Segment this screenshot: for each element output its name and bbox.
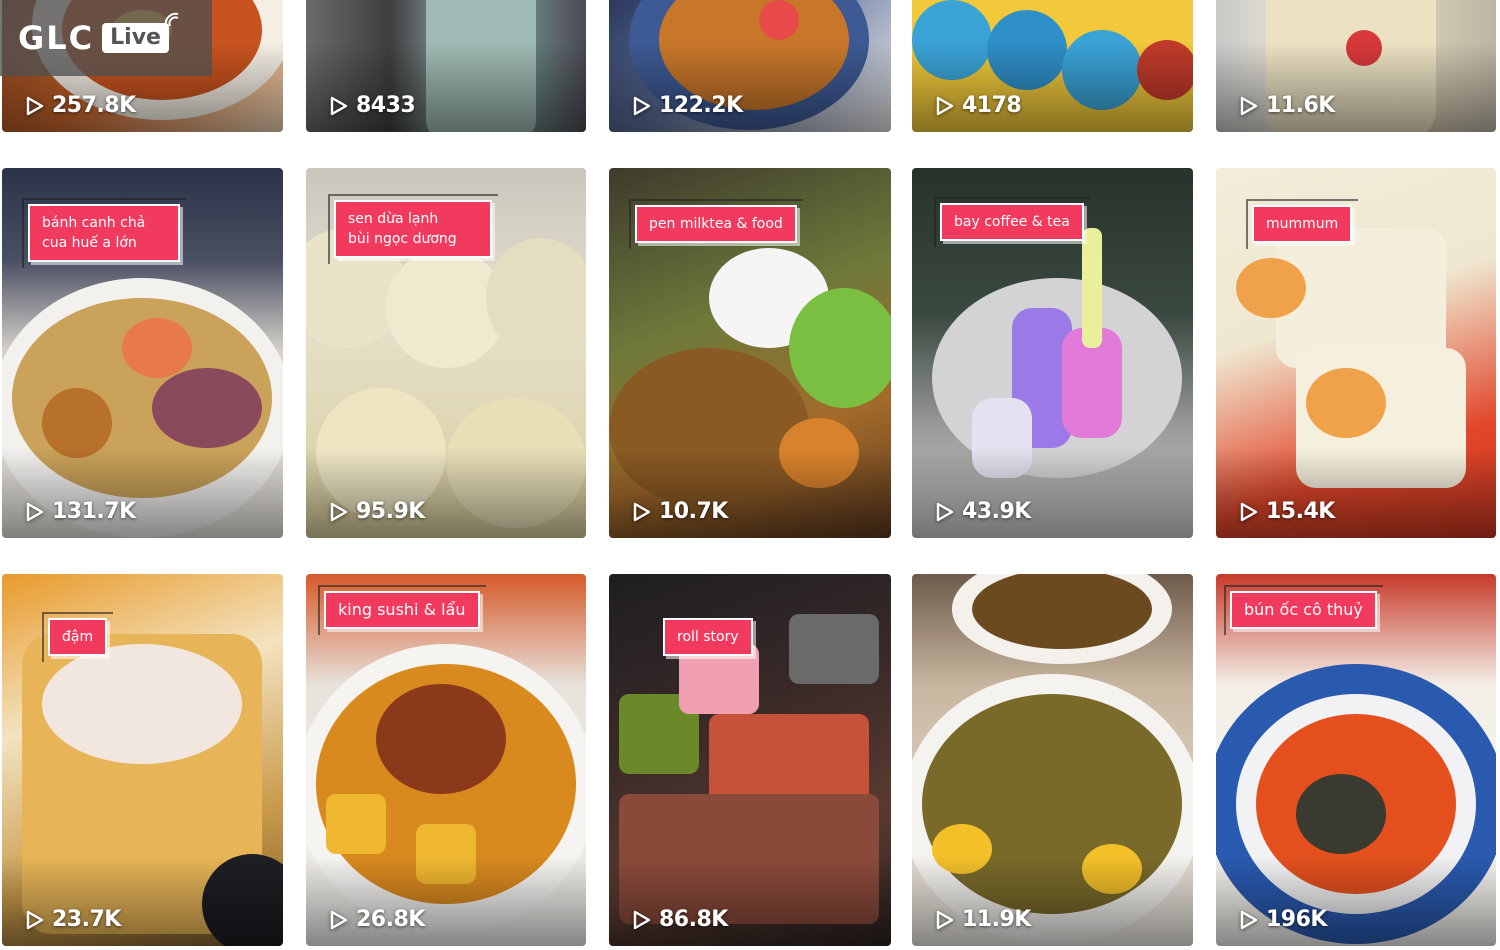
video-tag: bánh canh chả cua huế a lớn	[22, 198, 186, 268]
play-icon	[1240, 502, 1258, 521]
live-badge: Live	[102, 12, 179, 53]
view-count: 95.9K	[330, 499, 425, 524]
video-tile[interactable]: pen milktea & food 10.7K	[609, 168, 891, 538]
view-count-value: 4178	[962, 93, 1022, 118]
play-icon	[26, 96, 44, 115]
view-count: 8433	[330, 93, 416, 118]
play-icon	[936, 96, 954, 115]
view-count: 86.8K	[633, 907, 728, 932]
video-tile[interactable]: 11.9K	[912, 574, 1193, 946]
play-icon	[1240, 96, 1258, 115]
play-icon	[330, 502, 348, 521]
video-tile[interactable]: sen dừa lạnh bùi ngọc dương 95.9K	[306, 168, 586, 538]
view-count: 11.9K	[936, 907, 1031, 932]
view-count: 43.9K	[936, 499, 1031, 524]
play-icon	[26, 910, 44, 929]
view-count-value: 43.9K	[962, 499, 1031, 524]
video-tag: pen milktea & food	[629, 199, 803, 249]
view-count: 15.4K	[1240, 499, 1335, 524]
view-count: 11.6K	[1240, 93, 1335, 118]
view-count-value: 122.2K	[659, 93, 743, 118]
play-icon	[936, 910, 954, 929]
video-tag: đậm	[41, 612, 114, 662]
video-tag: bún ốc cô thuỷ	[1224, 585, 1383, 635]
logo-watermark: GLC Live	[0, 0, 212, 76]
logo-brand: GLC	[18, 19, 95, 57]
play-icon	[1240, 910, 1258, 929]
view-count-value: 26.8K	[356, 907, 425, 932]
view-count-value: 196K	[1266, 907, 1327, 932]
view-count: 23.7K	[26, 907, 121, 932]
video-tag: roll story	[657, 612, 759, 662]
view-count: 131.7K	[26, 499, 136, 524]
view-count: 257.8K	[26, 93, 136, 118]
live-signal-icon	[164, 12, 179, 27]
play-icon	[633, 502, 651, 521]
video-grid: 257.8K 8433 122.2K 4178 11.6K bánh canh …	[0, 0, 1500, 950]
view-count-value: 131.7K	[52, 499, 136, 524]
view-count: 4178	[936, 93, 1022, 118]
view-count-value: 23.7K	[52, 907, 121, 932]
view-count: 122.2K	[633, 93, 743, 118]
play-icon	[26, 502, 44, 521]
view-count: 26.8K	[330, 907, 425, 932]
live-badge-label: Live	[110, 25, 161, 50]
play-icon	[330, 96, 348, 115]
view-count-value: 257.8K	[52, 93, 136, 118]
video-tile[interactable]: 8433	[306, 0, 586, 132]
video-tile[interactable]: đậm 23.7K	[2, 574, 283, 946]
video-tag: mummum	[1245, 199, 1359, 249]
video-tile[interactable]: 4178	[912, 0, 1193, 132]
play-icon	[633, 910, 651, 929]
video-tile[interactable]: bay coffee & tea 43.9K	[912, 168, 1193, 538]
view-count-value: 10.7K	[659, 499, 728, 524]
view-count-value: 95.9K	[356, 499, 425, 524]
video-tag: king sushi & lẩu	[318, 585, 486, 635]
video-tile[interactable]: king sushi & lẩu 26.8K	[306, 574, 586, 946]
play-icon	[330, 910, 348, 929]
video-tile[interactable]: bún ốc cô thuỷ 196K	[1216, 574, 1496, 946]
play-icon	[936, 502, 954, 521]
view-count: 196K	[1240, 907, 1327, 932]
video-tag: bay coffee & tea	[934, 197, 1090, 247]
video-tile[interactable]: bánh canh chả cua huế a lớn 131.7K	[2, 168, 283, 538]
view-count-value: 86.8K	[659, 907, 728, 932]
video-tile[interactable]: 122.2K	[609, 0, 891, 132]
view-count-value: 8433	[356, 93, 416, 118]
play-icon	[633, 96, 651, 115]
video-tile[interactable]: 11.6K	[1216, 0, 1496, 132]
view-count-value: 11.9K	[962, 907, 1031, 932]
video-tile[interactable]: roll story 86.8K	[609, 574, 891, 946]
view-count-value: 15.4K	[1266, 499, 1335, 524]
view-count: 10.7K	[633, 499, 728, 524]
video-tile[interactable]: mummum 15.4K	[1216, 168, 1496, 538]
view-count-value: 11.6K	[1266, 93, 1335, 118]
video-tag: sen dừa lạnh bùi ngọc dương	[328, 194, 498, 264]
